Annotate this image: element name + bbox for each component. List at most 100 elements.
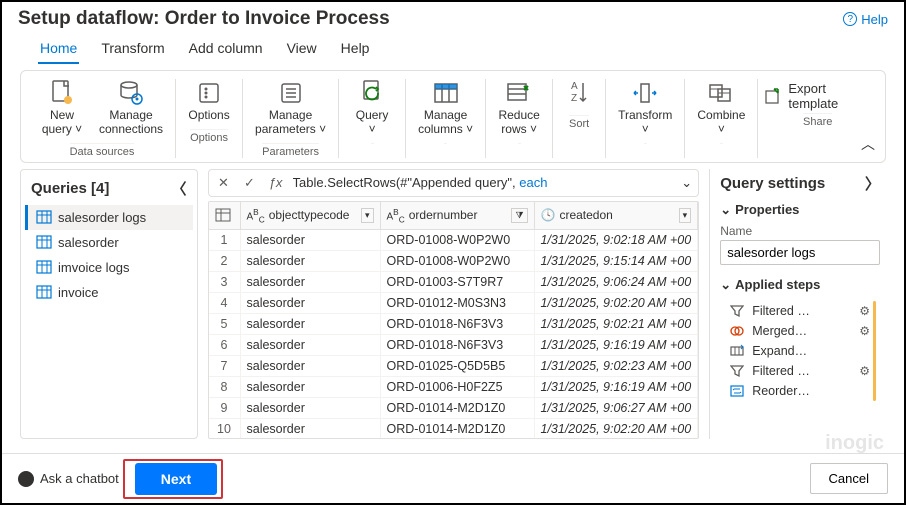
- table-icon: [36, 235, 52, 249]
- query-item[interactable]: imvoice logs: [25, 255, 193, 280]
- query-refresh-button[interactable]: Query ˅: [345, 75, 399, 141]
- query-item-label: invoice: [58, 285, 98, 300]
- cell-objecttypecode[interactable]: salesorder: [241, 293, 381, 313]
- table-row[interactable]: 9salesorderORD-01014-M2D1Z01/31/2025, 9:…: [209, 398, 699, 419]
- cell-objecttypecode[interactable]: salesorder: [241, 335, 381, 355]
- combine-label: Combine ˅: [697, 109, 745, 137]
- cell-createdon[interactable]: 1/31/2025, 9:02:20 AM +00: [535, 419, 699, 439]
- gear-icon[interactable]: ⚙: [859, 364, 870, 378]
- table-row[interactable]: 3salesorderORD-01003-S7T9R71/31/2025, 9:…: [209, 272, 699, 293]
- column-dropdown-icon[interactable]: ▾: [679, 208, 692, 223]
- expand-icon: [730, 344, 746, 358]
- applied-step[interactable]: Expand…: [726, 341, 880, 361]
- manage-connections-button[interactable]: Manage connections: [93, 75, 169, 141]
- cell-createdon[interactable]: 1/31/2025, 9:02:21 AM +00: [535, 314, 699, 334]
- formula-bar[interactable]: ✕ ✓ ƒx Table.SelectRows(#"Appended query…: [208, 169, 700, 197]
- cell-ordernumber[interactable]: ORD-01008-W0P2W0: [381, 251, 535, 271]
- ask-chatbot-link[interactable]: Ask a chatbot: [18, 471, 119, 487]
- table-row[interactable]: 8salesorderORD-01006-H0F2Z51/31/2025, 9:…: [209, 377, 699, 398]
- cell-ordernumber[interactable]: ORD-01014-M2D1Z0: [381, 419, 535, 439]
- queries-collapse-icon[interactable]: 〈: [171, 178, 186, 199]
- cell-ordernumber[interactable]: ORD-01012-M0S3N3: [381, 293, 535, 313]
- formula-text[interactable]: Table.SelectRows(#"Appended query", each: [293, 175, 674, 190]
- formula-confirm-icon[interactable]: ✓: [241, 175, 259, 191]
- cell-createdon[interactable]: 1/31/2025, 9:02:20 AM +00: [535, 293, 699, 313]
- column-dropdown-icon[interactable]: ▾: [361, 208, 374, 223]
- options-button[interactable]: Options: [182, 75, 236, 127]
- applied-step[interactable]: Filtered …⚙: [726, 301, 880, 321]
- query-item[interactable]: invoice: [25, 280, 193, 305]
- cell-ordernumber[interactable]: ORD-01018-N6F3V3: [381, 335, 535, 355]
- cell-ordernumber[interactable]: ORD-01006-H0F2Z5: [381, 377, 535, 397]
- applied-step[interactable]: Merged…⚙: [726, 321, 880, 341]
- sort-button[interactable]: AZ: [559, 75, 599, 113]
- tab-view[interactable]: View: [285, 36, 319, 64]
- column-header-objecttypecode[interactable]: ABCobjecttypecode▾: [241, 202, 381, 229]
- table-row[interactable]: 10salesorderORD-01014-M2D1Z01/31/2025, 9…: [209, 419, 699, 439]
- cell-createdon[interactable]: 1/31/2025, 9:06:24 AM +00: [535, 272, 699, 292]
- cell-createdon[interactable]: 1/31/2025, 9:02:23 AM +00: [535, 356, 699, 376]
- table-row[interactable]: 6salesorderORD-01018-N6F3V31/31/2025, 9:…: [209, 335, 699, 356]
- settings-collapse-icon[interactable]: 〉: [865, 173, 880, 194]
- cell-objecttypecode[interactable]: salesorder: [241, 272, 381, 292]
- column-header-ordernumber[interactable]: ABCordernumber⧩: [381, 202, 535, 229]
- new-query-button[interactable]: New query ˅: [35, 75, 89, 141]
- applied-step[interactable]: Reorder…: [726, 381, 880, 401]
- query-name-input[interactable]: [720, 240, 880, 265]
- reduce-rows-button[interactable]: Reduce rows ˅: [492, 75, 546, 141]
- combine-button[interactable]: Combine ˅: [691, 75, 751, 141]
- cell-objecttypecode[interactable]: salesorder: [241, 230, 381, 250]
- applied-steps-section[interactable]: ⌄Applied steps: [720, 273, 880, 297]
- cancel-button[interactable]: Cancel: [810, 463, 888, 494]
- cell-createdon[interactable]: 1/31/2025, 9:02:18 AM +00: [535, 230, 699, 250]
- merge-icon: [730, 324, 746, 338]
- data-preview: ✕ ✓ ƒx Table.SelectRows(#"Appended query…: [208, 169, 700, 439]
- table-row[interactable]: 7salesorderORD-01025-Q5D5B51/31/2025, 9:…: [209, 356, 699, 377]
- cell-ordernumber[interactable]: ORD-01014-M2D1Z0: [381, 398, 535, 418]
- tab-transform[interactable]: Transform: [99, 36, 166, 64]
- cell-objecttypecode[interactable]: salesorder: [241, 398, 381, 418]
- applied-step[interactable]: Filtered …⚙: [726, 361, 880, 381]
- formula-cancel-icon[interactable]: ✕: [215, 175, 233, 191]
- sort-icon: AZ: [565, 79, 593, 107]
- table-row[interactable]: 2salesorderORD-01008-W0P2W01/31/2025, 9:…: [209, 251, 699, 272]
- cell-ordernumber[interactable]: ORD-01008-W0P2W0: [381, 230, 535, 250]
- query-item[interactable]: salesorder logs: [25, 205, 193, 230]
- column-header-createdon[interactable]: 🕓createdon▾: [535, 202, 699, 229]
- transform-button[interactable]: Transform ˅: [612, 75, 678, 141]
- tab-help[interactable]: Help: [339, 36, 372, 64]
- ribbon-collapse-icon[interactable]: ︿: [861, 134, 875, 154]
- tab-add-column[interactable]: Add column: [187, 36, 265, 64]
- properties-section[interactable]: ⌄Properties: [720, 198, 880, 222]
- column-filter-icon[interactable]: ⧩: [511, 208, 527, 223]
- cell-objecttypecode[interactable]: salesorder: [241, 251, 381, 271]
- cell-createdon[interactable]: 1/31/2025, 9:06:27 AM +00: [535, 398, 699, 418]
- tab-home[interactable]: Home: [38, 36, 79, 64]
- fx-icon[interactable]: ƒx: [267, 175, 285, 190]
- reduce-rows-label: Reduce rows ˅: [498, 109, 539, 137]
- cell-ordernumber[interactable]: ORD-01025-Q5D5B5: [381, 356, 535, 376]
- cell-objecttypecode[interactable]: salesorder: [241, 419, 381, 439]
- formula-expand-icon[interactable]: ⌄: [681, 175, 692, 191]
- cell-objecttypecode[interactable]: salesorder: [241, 377, 381, 397]
- ribbon-cat-data-sources: Data sources: [70, 143, 135, 162]
- next-button[interactable]: Next: [135, 463, 217, 495]
- manage-columns-button[interactable]: Manage columns ˅: [412, 75, 479, 141]
- gear-icon[interactable]: ⚙: [859, 324, 870, 338]
- table-row[interactable]: 4salesorderORD-01012-M0S3N31/31/2025, 9:…: [209, 293, 699, 314]
- cell-createdon[interactable]: 1/31/2025, 9:16:19 AM +00: [535, 335, 699, 355]
- query-item[interactable]: salesorder: [25, 230, 193, 255]
- cell-ordernumber[interactable]: ORD-01003-S7T9R7: [381, 272, 535, 292]
- cell-createdon[interactable]: 1/31/2025, 9:16:19 AM +00: [535, 377, 699, 397]
- manage-parameters-button[interactable]: Manage parameters ˅: [249, 75, 332, 141]
- cell-createdon[interactable]: 1/31/2025, 9:15:14 AM +00: [535, 251, 699, 271]
- table-row[interactable]: 5salesorderORD-01018-N6F3V31/31/2025, 9:…: [209, 314, 699, 335]
- table-corner-button[interactable]: [209, 202, 241, 229]
- cell-ordernumber[interactable]: ORD-01018-N6F3V3: [381, 314, 535, 334]
- gear-icon[interactable]: ⚙: [859, 304, 870, 318]
- cell-objecttypecode[interactable]: salesorder: [241, 314, 381, 334]
- table-row[interactable]: 1salesorderORD-01008-W0P2W01/31/2025, 9:…: [209, 230, 699, 251]
- export-template-button[interactable]: Export template: [764, 81, 871, 111]
- cell-objecttypecode[interactable]: salesorder: [241, 356, 381, 376]
- help-link[interactable]: ? Help: [843, 12, 888, 27]
